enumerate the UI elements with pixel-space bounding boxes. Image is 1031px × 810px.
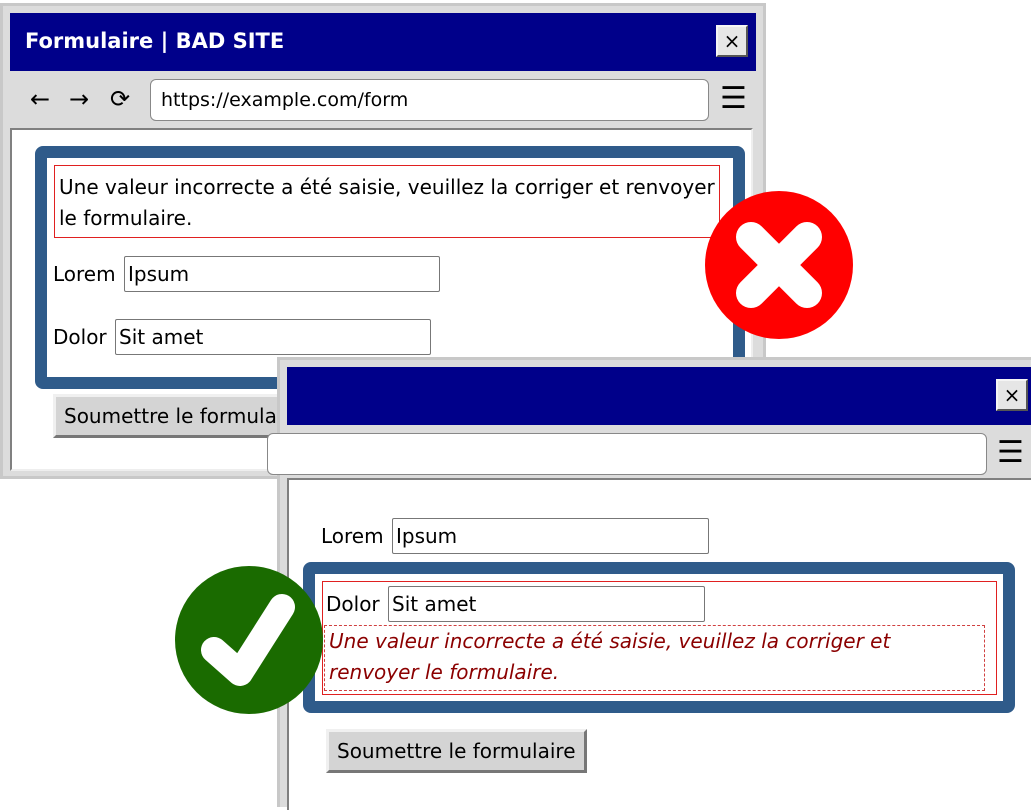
bad-form-highlight: Une valeur incorrecte a été saisie, veui… <box>35 146 745 389</box>
bad-field-dolor: Dolor Sit amet <box>53 319 432 355</box>
good-inline-error: Une valeur incorrecte a été saisie, veui… <box>324 625 985 691</box>
good-window-titlebar: × <box>287 367 1031 425</box>
good-window-navbar: ☰ <box>267 425 1031 483</box>
good-lorem-input[interactable]: Ipsum <box>391 518 709 554</box>
back-arrow-icon[interactable]: ← <box>30 85 50 113</box>
good-field-dolor: Dolor Sit amet <box>326 586 706 622</box>
hamburger-menu-icon[interactable]: ☰ <box>720 81 747 117</box>
bad-dolor-input[interactable]: Sit amet <box>115 319 432 355</box>
bad-submit-button[interactable]: Soumettre le formulaire <box>53 394 314 438</box>
bad-window-navbar: ← → ⟳ https://example.com/form ☰ <box>10 71 756 129</box>
good-window-close-button[interactable]: × <box>996 379 1028 411</box>
bad-lorem-input[interactable]: Ipsum <box>123 256 440 292</box>
good-url-bar[interactable] <box>267 433 987 475</box>
url-bar[interactable]: https://example.com/form <box>150 79 709 121</box>
good-submit-button[interactable]: Soumettre le formulaire <box>326 729 587 773</box>
good-window-content: Lorem Ipsum Dolor Sit amet Une valeur in… <box>287 478 1031 810</box>
good-dolor-label: Dolor <box>326 592 380 616</box>
reload-icon[interactable]: ⟳ <box>110 85 130 113</box>
good-hamburger-menu-icon[interactable]: ☰ <box>997 435 1024 471</box>
bad-window-titlebar: Formulaire | BAD SITE × <box>10 13 756 71</box>
good-dolor-input[interactable]: Sit amet <box>388 586 706 622</box>
good-error-group: Dolor Sit amet Une valeur incorrecte a é… <box>322 581 997 695</box>
good-lorem-label: Lorem <box>321 524 384 548</box>
bad-window-title: Formulaire | BAD SITE <box>25 29 285 53</box>
bad-lorem-label: Lorem <box>53 262 116 286</box>
checkmark-icon <box>175 566 323 714</box>
bad-window-close-button[interactable]: × <box>716 25 748 57</box>
good-site-window: × ☰ Lorem Ipsum Dolor Sit amet Une valeu… <box>267 357 1031 810</box>
error-cross-icon <box>705 191 853 339</box>
bad-dolor-label: Dolor <box>53 325 107 349</box>
good-field-lorem: Lorem Ipsum <box>321 518 709 554</box>
good-form-highlight: Dolor Sit amet Une valeur incorrecte a é… <box>303 562 1015 713</box>
bad-field-lorem: Lorem Ipsum <box>53 256 440 292</box>
forward-arrow-icon[interactable]: → <box>69 85 89 113</box>
bad-error-summary: Une valeur incorrecte a été saisie, veui… <box>54 165 720 238</box>
